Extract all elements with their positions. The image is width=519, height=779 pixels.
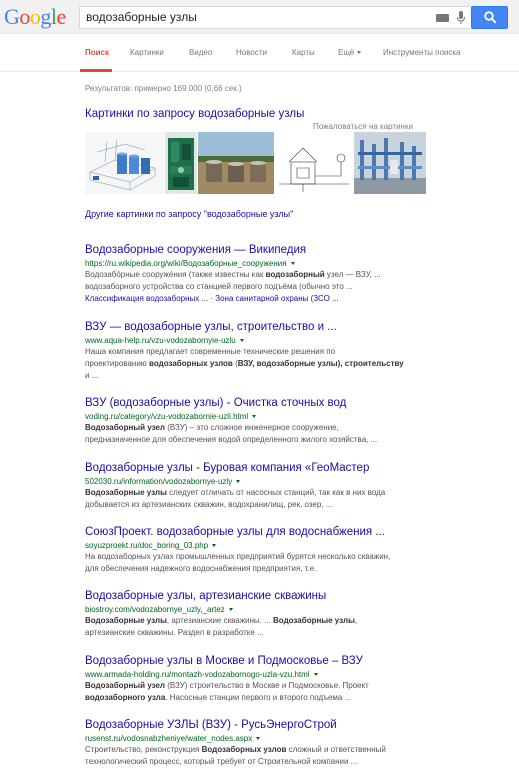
result-title-link[interactable]: Водозаборные узлы - Буровая компания «Ге…: [85, 461, 515, 476]
result-url-text: biostroy.com/vodozabornye_uzly,_artez: [85, 605, 225, 614]
result-snippet-line: На водозаборных узлах промышленных предп…: [85, 552, 391, 561]
search-input[interactable]: [86, 10, 426, 24]
tab-images[interactable]: Картинки: [130, 48, 164, 57]
result-url-text: voding.ru/category/vzu-vodozabornie-uzli…: [85, 412, 249, 421]
result-snippet-line: предназначенное для обеспечения водой оп…: [85, 434, 378, 444]
result-url[interactable]: rusenst.ru/vodosnabzheniye/water_nodes.a…: [85, 733, 515, 744]
result-snippet-line: Водозаборные узлы, артезианские скважины…: [85, 616, 358, 625]
logo-letter: G: [4, 4, 20, 29]
result-url[interactable]: https://ru.wikipedia.org/wiki/Водозаборн…: [85, 258, 515, 269]
logo-letter: o: [19, 4, 30, 29]
result-title-link[interactable]: Водозаборные УЗЛЫ (ВЗУ) - РусьЭнергоСтро…: [85, 718, 515, 733]
search-button[interactable]: [471, 6, 508, 29]
image-thumbnail-pump-station[interactable]: [165, 132, 197, 194]
active-tab-indicator: [80, 69, 112, 72]
tab-more-label: Ещё: [338, 48, 355, 57]
logo-letter: o: [29, 4, 41, 29]
result-snippet-line: артезианские скважины. Раздел в разработ…: [85, 627, 264, 637]
caret-down-icon[interactable]: [252, 415, 257, 419]
chevron-down-icon: [356, 51, 361, 55]
result-url-text: www.armada-holding.ru/montazh-vodozaborn…: [85, 670, 310, 679]
search-result: СоюзПроект. водозаборные узлы для водосн…: [85, 525, 515, 575]
logo-letter: g: [40, 4, 51, 29]
caret-down-icon[interactable]: [256, 737, 261, 741]
image-thumbnail-blueprint[interactable]: [85, 132, 164, 194]
result-snippet-line: Водозаборный узел (ВЗУ) – это сложное ин…: [85, 423, 339, 432]
result-snippet-line: добывается из артезианских скважин, водо…: [85, 499, 333, 509]
magnifier-icon: [484, 11, 497, 24]
result-snippet-line: водозаборного устройства со станцией пер…: [85, 281, 353, 291]
result-title-link[interactable]: ВЗУ — водозаборные узлы, строительство и…: [85, 320, 515, 335]
result-title-link[interactable]: Водозаборные узлы, артезианские скважины: [85, 589, 515, 604]
tab-news[interactable]: Новости: [236, 48, 267, 57]
result-snippet-line: проектированию водозаборных узлов (ВЗУ, …: [85, 358, 404, 368]
google-logo[interactable]: Google: [4, 5, 66, 29]
search-result: Водозаборные УЗЛЫ (ВЗУ) - РусьЭнергоСтро…: [85, 718, 515, 768]
result-url-text: rusenst.ru/vodosnabzheniye/water_nodes.a…: [85, 734, 253, 743]
tab-search[interactable]: Поиск: [85, 48, 109, 57]
caret-down-icon[interactable]: [239, 339, 244, 343]
result-snippet-line: Наша компания предлагает современные тех…: [85, 347, 336, 356]
keyboard-icon[interactable]: [436, 14, 449, 22]
search-result: Водозаборные узлы в Москве и Подмосковье…: [85, 654, 515, 704]
caret-down-icon[interactable]: [290, 262, 295, 266]
more-images-link[interactable]: Другие картинки по запросу "водозаборные…: [85, 209, 293, 219]
result-snippet-line: и ...: [85, 370, 99, 380]
report-images-link[interactable]: Пожаловаться на картинки: [313, 122, 413, 131]
result-url-text: 502030.ru/information/vodozabornye-uzly: [85, 477, 233, 486]
result-url[interactable]: soyuzproekt.ru/doc_boring_03.php: [85, 540, 515, 551]
result-url[interactable]: voding.ru/category/vzu-vodozabornie-uzli…: [85, 411, 515, 422]
logo-letter: e: [56, 4, 67, 29]
microphone-icon[interactable]: [456, 11, 466, 25]
result-title-link[interactable]: Водозаборные сооружения — Википедия: [85, 243, 515, 258]
result-title-link[interactable]: ВЗУ (водозаборные узлы) - Очистка сточны…: [85, 396, 515, 411]
result-snippet-line: Строительство, реконструкция Водозаборны…: [85, 745, 386, 754]
tab-search-tools[interactable]: Инструменты поиска: [383, 48, 460, 57]
image-thumbnail-pipe-room[interactable]: [354, 132, 426, 194]
result-snippet-line: водозаборного узла. Насосные станции пер…: [85, 692, 352, 702]
result-url[interactable]: www.aqua-help.ru/vzu-vodozabornyie-uzlu: [85, 335, 515, 346]
result-title-link[interactable]: Водозаборные узлы в Москве и Подмосковье…: [85, 654, 515, 669]
result-snippet-line: технологический процесс, который требует…: [85, 756, 358, 766]
search-tabs: Поиск Картинки Видео Новости Карты Ещё И…: [0, 34, 519, 72]
search-result: ВЗУ (водозаборные узлы) - Очистка сточны…: [85, 396, 515, 446]
tab-video[interactable]: Видео: [189, 48, 212, 57]
caret-down-icon[interactable]: [228, 608, 233, 612]
image-thumbnail-scheme-drawing[interactable]: [275, 132, 353, 194]
result-stats: Результатов: примерно 169 000 (0,66 сек.…: [85, 84, 242, 93]
search-box: [79, 6, 471, 29]
top-bar: Google: [0, 0, 519, 34]
search-result: Водозаборные сооружения — Википедия http…: [85, 243, 515, 304]
result-url-text: https://ru.wikipedia.org/wiki/Водозаборн…: [85, 259, 287, 268]
result-snippet-line: Водозаборный узел (ВЗУ) строительство в …: [85, 681, 369, 690]
result-url[interactable]: 502030.ru/information/vodozabornye-uzly: [85, 476, 515, 487]
caret-down-icon[interactable]: [236, 480, 241, 484]
search-result: Водозаборные узлы - Буровая компания «Ге…: [85, 461, 515, 511]
result-url-text: soyuzproekt.ru/doc_boring_03.php: [85, 541, 209, 550]
result-title-link[interactable]: СоюзПроект. водозаборные узлы для водосн…: [85, 525, 515, 540]
search-result: ВЗУ — водозаборные узлы, строительство и…: [85, 320, 515, 381]
result-url[interactable]: www.armada-holding.ru/montazh-vodozaborn…: [85, 669, 515, 680]
images-heading-link[interactable]: Картинки по запросу водозаборные узлы: [85, 108, 304, 120]
result-url[interactable]: biostroy.com/vodozabornye_uzly,_artez: [85, 604, 515, 615]
tab-maps[interactable]: Карты: [292, 48, 315, 57]
tab-more[interactable]: Ещё: [338, 48, 361, 57]
caret-down-icon[interactable]: [313, 673, 318, 677]
result-sitelinks[interactable]: Классификация водозаборных ... · Зона са…: [85, 293, 515, 304]
caret-down-icon[interactable]: [212, 544, 217, 548]
image-thumbnail-water-intake-site[interactable]: [198, 132, 274, 194]
result-snippet-line: для обеспечения надежного водоснабжения …: [85, 563, 317, 573]
result-url-text: www.aqua-help.ru/vzu-vodozabornyie-uzlu: [85, 336, 236, 345]
result-snippet-line: Водозабо́рные сооруже́ния (также известн…: [85, 270, 381, 279]
result-snippet-line: Водозаборные узлы следует отличать от на…: [85, 488, 386, 497]
search-result: Водозаборные узлы, артезианские скважины…: [85, 589, 515, 639]
